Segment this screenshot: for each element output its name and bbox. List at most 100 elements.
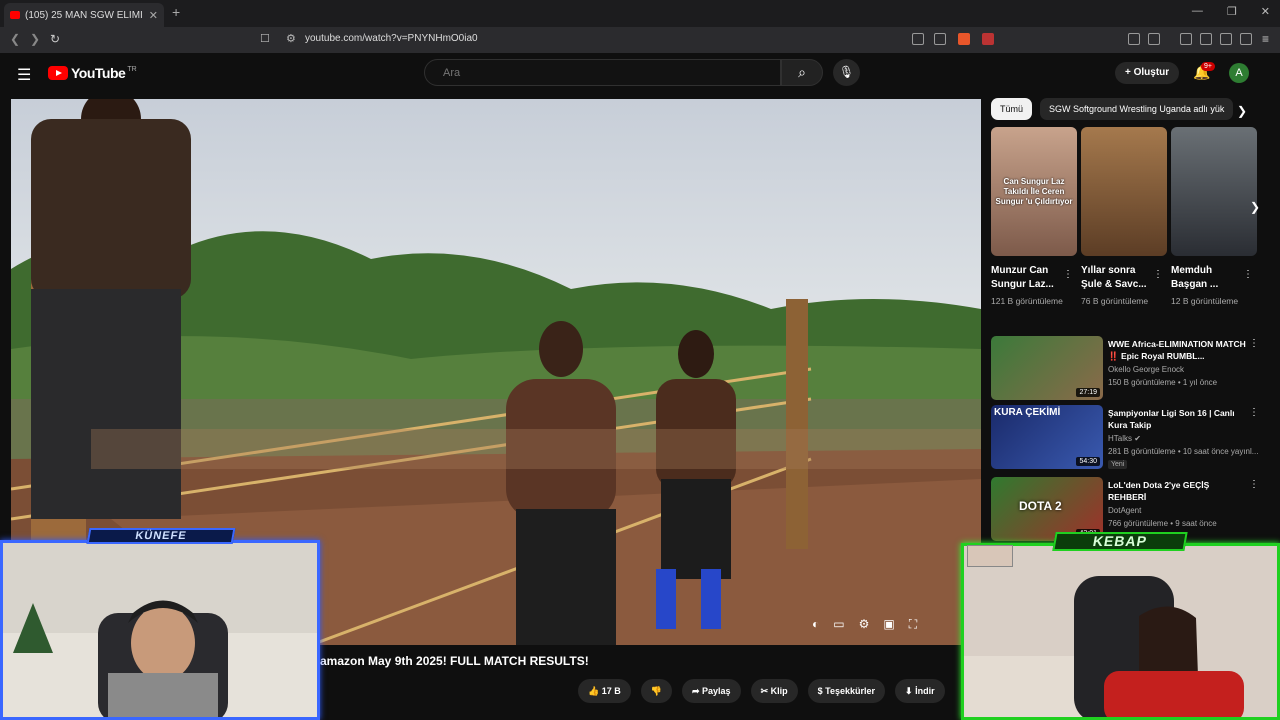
more-options-icon[interactable]: ⋮ [1249,338,1259,349]
like-button[interactable]: 👍 17 B [578,679,631,703]
thumbnail-text: DOTA 2 [1019,499,1062,513]
url-field[interactable]: youtube.com/watch?v=PNYNHmO0ia0 [305,33,478,44]
back-icon[interactable]: ❮ [10,32,20,46]
short-title: Memduh Başgan ... [1171,265,1219,290]
short-title: Yıllar sonra Şule & Savc... [1081,265,1147,290]
vpn-icon[interactable] [1240,33,1252,45]
related-title: Şampiyonlar Ligi Son 16 | Canlı Kura Tak… [1108,408,1235,430]
restore-icon[interactable]: ❐ [1227,5,1237,18]
close-tab-icon[interactable]: ✕ [149,9,158,22]
clip-button[interactable]: ✂ Klip [750,679,798,703]
more-options-icon[interactable]: ⋮ [1153,269,1163,280]
short-item[interactable]: Yıllar sonra Şule & Savc... 76 B görüntü… [1081,127,1167,308]
rewards-icon[interactable] [982,33,994,45]
more-options-icon[interactable]: ⋮ [1243,269,1253,280]
share-button[interactable]: ➦ Paylaş [681,679,741,703]
related-thumbnail: KURA ÇEKİMİ 54:30 [991,405,1103,469]
share-label: Paylaş [702,686,731,696]
video-duration: 54:30 [1076,457,1100,466]
streamer-webcam-right [961,543,1280,720]
search-button[interactable]: ⌕ [781,59,823,86]
clip-label: Klip [770,686,788,696]
short-thumbnail: Can Sungur Laz Takıldı İle Ceren Sungur … [991,127,1077,256]
share-page-icon[interactable] [934,33,946,45]
chip-all[interactable]: Tümü [991,98,1033,120]
filter-chips: Tümü SGW Softground Wrestling Uganda adl… [991,98,1234,120]
short-views: 121 B görüntüleme [991,296,1063,306]
theater-mode-icon[interactable]: ▣ [883,617,894,632]
short-overlay-text: Can Sungur Laz Takıldı İle Ceren Sungur … [995,177,1073,206]
more-options-icon[interactable]: ⋮ [1249,407,1259,418]
fullscreen-icon[interactable]: ⛶ [909,617,917,632]
leo-ai-icon[interactable] [1220,33,1232,45]
more-options-icon[interactable]: ⋮ [1063,269,1073,280]
account-avatar[interactable]: A [1229,63,1249,83]
site-info-icon[interactable]: ⚙ [286,32,296,45]
chip-channel[interactable]: SGW Softground Wrestling Uganda adlı yük [1040,98,1234,120]
youtube-favicon-icon [10,11,20,19]
shorts-next-icon[interactable]: ❯ [1250,200,1260,214]
webcam-feed [964,546,1277,717]
mic-icon: 🎙 [838,65,855,79]
hamburger-menu-icon[interactable]: ☰ [17,65,31,85]
dislike-button[interactable]: 👎 [640,679,672,703]
search-icon: ⌕ [798,64,806,80]
search-input[interactable] [424,59,781,86]
autoplay-toggle-icon[interactable]: ◐ [812,617,819,632]
video-actions: 👍 17 B 👎 ➦ Paylaş ✂ Klip $ Teşekkürler ⬇… [578,679,945,703]
webcam-feed [3,543,317,717]
video-title: amazon May 9th 2025! FULL MATCH RESULTS! [320,654,589,668]
wallet-icon[interactable] [1200,33,1212,45]
download-button[interactable]: ⬇ İndir [895,679,945,703]
subtitles-icon[interactable]: ▭ [833,617,844,632]
tab-search-icon[interactable] [1148,33,1160,45]
related-video[interactable]: 27:19 WWE Africa-ELIMINATION MATCH ‼️ Ep… [991,336,1271,400]
related-meta: 766 görüntüleme • 9 saat önce [1108,519,1217,528]
thumbs-up-icon: 👍 [588,686,600,696]
related-meta: 281 B görüntüleme • 10 saat önce yayınl.… [1108,447,1259,456]
bookmark-icon[interactable]: ☐ [260,32,270,45]
related-thumbnail: 27:19 [991,336,1103,400]
cast-icon[interactable] [912,33,924,45]
new-tab-icon[interactable]: + [172,4,180,20]
short-item[interactable]: Can Sungur Laz Takıldı İle Ceren Sungur … [991,127,1077,308]
streamer-webcam-left [0,540,320,720]
country-code: TR [127,65,137,73]
share-icon: ➦ [691,686,700,696]
settings-icon[interactable]: ⚙ [859,617,870,632]
short-views: 12 B görüntüleme [1171,296,1239,306]
create-button[interactable]: + Oluştur [1115,62,1180,84]
voice-search-button[interactable]: 🎙 [833,59,860,86]
browser-tab-bar: (105) 25 MAN SGW ELIMINATIO ✕ + — ❐ ✕ [0,0,1280,27]
related-channel: DotAgent [1108,506,1142,515]
brave-shield-icon[interactable] [958,33,970,45]
short-item[interactable]: Memduh Başgan ... 12 B görüntüleme ⋮ [1171,127,1257,308]
video-duration: 27:19 [1076,388,1100,397]
browser-tab[interactable]: (105) 25 MAN SGW ELIMINATIO ✕ [4,3,164,27]
create-label: Oluştur [1133,67,1170,78]
extensions-icon[interactable] [1128,33,1140,45]
close-window-icon[interactable]: ✕ [1261,5,1270,18]
forward-icon[interactable]: ❯ [30,32,40,46]
youtube-logo[interactable]: YouTube TR [48,65,137,81]
menu-icon[interactable]: ≡ [1262,32,1269,46]
channel-name: HTalks [1108,434,1133,443]
download-icon: ⬇ [905,686,913,696]
thumbnail-text: KURA ÇEKİMİ [994,407,1061,418]
short-title: Munzur Can Sungur Laz... [991,265,1054,290]
chips-next-icon[interactable]: ❯ [1237,104,1247,118]
minimize-icon[interactable]: — [1192,5,1203,18]
thumbs-down-icon: 👎 [650,686,662,696]
related-video[interactable]: KURA ÇEKİMİ 54:30 Şampiyonlar Ligi Son 1… [991,405,1271,469]
left-cam-label: KÜNEFE [86,528,236,544]
sidebar-icon[interactable] [1180,33,1192,45]
thanks-button[interactable]: $ Teşekkürler [807,679,886,703]
right-cam-label: KEBAP [1052,532,1188,551]
verified-icon: ✔ [1134,434,1141,443]
more-options-icon[interactable]: ⋮ [1249,479,1259,490]
download-label: İndir [915,686,935,696]
reload-icon[interactable]: ↻ [50,32,60,46]
new-badge: Yeni [1108,460,1128,469]
tab-title: (105) 25 MAN SGW ELIMINATIO [25,9,143,21]
address-bar: ❮ ❯ ↻ ☐ ⚙ youtube.com/watch?v=PNYNHmO0ia… [0,27,1280,53]
